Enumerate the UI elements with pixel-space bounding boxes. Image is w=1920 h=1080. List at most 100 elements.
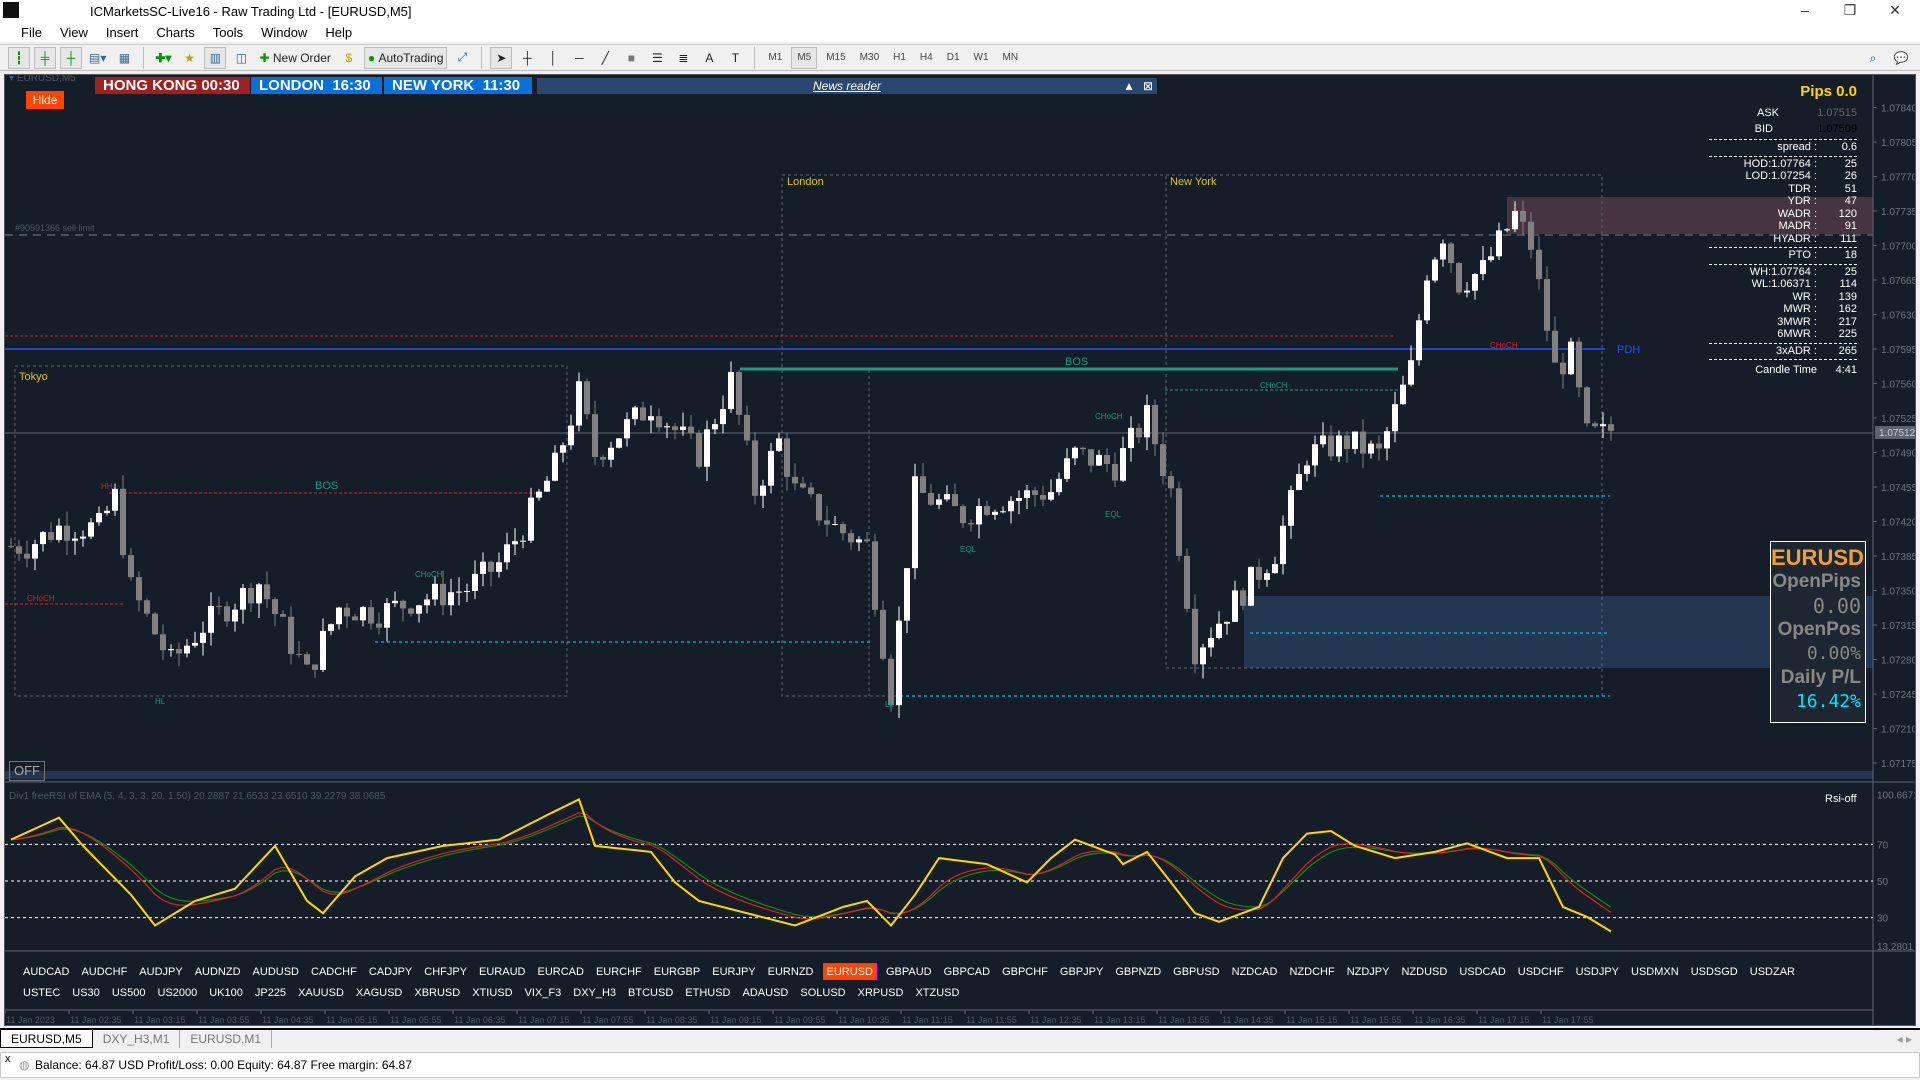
symbol-button-eurnzd[interactable]: EURNZD — [765, 964, 817, 981]
symbol-button-audusd[interactable]: AUDUSD — [250, 964, 302, 981]
symbol-button-gbpchf[interactable]: GBPCHF — [999, 964, 1051, 981]
tab-eurusd-m5[interactable]: EURUSD,M5 — [0, 1030, 93, 1048]
symbol-button-usdjpy[interactable]: USDJPY — [1573, 964, 1622, 981]
market-watch-icon[interactable]: ▥ — [204, 46, 227, 69]
text-label-icon[interactable]: T — [724, 47, 746, 69]
symbol-button-eurjpy[interactable]: EURJPY — [709, 964, 758, 981]
menu-tools[interactable]: Tools — [204, 25, 252, 40]
symbol-button-chfjpy[interactable]: CHFJPY — [421, 964, 470, 981]
timeframe-m1[interactable]: M1 — [763, 47, 787, 69]
news-reader-link[interactable]: News reader ▲ ⊠ — [537, 78, 1157, 94]
tab-eurusd-m1[interactable]: EURUSD,M1 — [180, 1030, 273, 1048]
tab-scroll-arrows[interactable]: ◂ ▸ — [1897, 1032, 1912, 1046]
text-icon[interactable]: A — [698, 47, 720, 69]
symbol-button-cadjpy[interactable]: CADJPY — [366, 964, 415, 981]
symbol-button-gbpaud[interactable]: GBPAUD — [883, 964, 935, 981]
symbol-button-xbrusd[interactable]: XBRUSD — [411, 985, 463, 1002]
symbol-button-dxy-h3[interactable]: DXY_H3 — [570, 985, 619, 1002]
symbol-button-nzdjpy[interactable]: NZDJPY — [1344, 964, 1393, 981]
new-chart-icon[interactable]: ✚▾ — [152, 47, 174, 69]
symbol-button-eurusd[interactable]: EURUSD — [822, 963, 877, 980]
symbol-button-us30[interactable]: US30 — [69, 985, 103, 1002]
symbol-button-eurchf[interactable]: EURCHF — [593, 964, 645, 981]
cursor-icon[interactable]: ➤ — [490, 46, 513, 69]
symbol-button-gbpusd[interactable]: GBPUSD — [1170, 964, 1222, 981]
symbol-button-audchf[interactable]: AUDCHF — [78, 964, 130, 981]
symbol-button-us500[interactable]: US500 — [109, 985, 149, 1002]
symbol-button-xauusd[interactable]: XAUUSD — [295, 985, 347, 1002]
symbol-button-uk100[interactable]: UK100 — [206, 985, 246, 1002]
timeframe-mn[interactable]: MN — [998, 47, 1024, 69]
symbol-button-cadchf[interactable]: CADCHF — [308, 964, 360, 981]
fullscreen-icon[interactable]: ⤢ — [451, 47, 473, 69]
menu-window[interactable]: Window — [252, 25, 316, 40]
symbol-button-euraud[interactable]: EURAUD — [476, 964, 528, 981]
symbol-button-xagusd[interactable]: XAGUSD — [353, 985, 405, 1002]
symbol-button-usdmxn[interactable]: USDMXN — [1628, 964, 1682, 981]
symbol-button-usdchf[interactable]: USDCHF — [1515, 964, 1567, 981]
vertical-line-icon[interactable]: │ — [542, 47, 564, 69]
chart-window[interactable]: Tokyo London New York HH HL LL BOS BOS CHoCH CHoC… — [4, 74, 1916, 1026]
restore-button[interactable]: ❐ — [1830, 0, 1870, 22]
symbol-button-audcad[interactable]: AUDCAD — [20, 964, 72, 981]
symbol-button-nzdchf[interactable]: NZDCHF — [1286, 964, 1337, 981]
navigator-icon[interactable]: ★ — [178, 47, 200, 69]
autotrading-button[interactable]: ● AutoTrading — [363, 46, 448, 69]
symbol-button-btcusd[interactable]: BTCUSD — [625, 985, 676, 1002]
hide-button[interactable]: Hide — [26, 91, 64, 109]
rectangle-icon[interactable]: ■ — [620, 47, 642, 69]
close-terminal-icon[interactable]: x — [5, 1047, 11, 1071]
collapse-icon[interactable]: ▲ — [1123, 78, 1135, 94]
templates-icon[interactable]: ▤▾ — [86, 47, 109, 69]
symbol-button-gbpcad[interactable]: GBPCAD — [941, 964, 993, 981]
timeframe-d1[interactable]: D1 — [942, 47, 965, 69]
timeframe-w1[interactable]: W1 — [969, 47, 994, 69]
symbol-button-audnzd[interactable]: AUDNZD — [192, 964, 244, 981]
bar-chart-icon[interactable]: ┇ — [8, 46, 30, 69]
meta-editor-icon[interactable]: $ — [338, 47, 360, 69]
menu-help[interactable]: Help — [316, 25, 361, 40]
symbol-button-nzdusd[interactable]: NZDUSD — [1398, 964, 1450, 981]
menu-insert[interactable]: Insert — [97, 25, 148, 40]
trendline-icon[interactable]: ╱ — [594, 47, 616, 69]
timeframe-m5[interactable]: M5 — [791, 46, 818, 69]
candlestick-icon[interactable]: ╪ — [34, 46, 56, 69]
symbol-button-eurcad[interactable]: EURCAD — [534, 964, 586, 981]
timeframe-m30[interactable]: M30 — [855, 47, 884, 69]
new-order-button[interactable]: ✚ New Order — [256, 47, 333, 69]
symbol-button-xtiusd[interactable]: XTIUSD — [469, 985, 515, 1002]
symbol-button-eurgbp[interactable]: EURGBP — [651, 964, 703, 981]
symbol-button-us2000[interactable]: US2000 — [154, 985, 200, 1002]
symbol-button-gbpjpy[interactable]: GBPJPY — [1057, 964, 1106, 981]
symbol-button-xrpusd[interactable]: XRPUSD — [855, 985, 907, 1002]
crosshair-icon[interactable]: ┼ — [516, 47, 538, 69]
symbol-button-usdsgd[interactable]: USDSGD — [1688, 964, 1741, 981]
fibonacci-icon[interactable]: ≣ — [672, 47, 694, 69]
symbol-button-audjpy[interactable]: AUDJPY — [136, 964, 185, 981]
symbol-button-ethusd[interactable]: ETHUSD — [682, 985, 733, 1002]
timeframe-h4[interactable]: H4 — [915, 47, 938, 69]
search-icon[interactable]: ⌕ — [1862, 47, 1884, 69]
symbol-button-adausd[interactable]: ADAUSD — [740, 985, 792, 1002]
symbol-button-vix-f3[interactable]: VIX_F3 — [522, 985, 565, 1002]
off-button[interactable]: OFF — [9, 761, 45, 781]
menu-charts[interactable]: Charts — [147, 25, 203, 40]
data-window-icon[interactable]: ◫ — [230, 47, 252, 69]
symbol-button-solusd[interactable]: SOLUSD — [797, 985, 848, 1002]
chart-canvas[interactable]: Tokyo London New York HH HL LL BOS BOS CHoCH CHoC… — [5, 75, 1916, 1026]
timeframe-m15[interactable]: M15 — [821, 47, 850, 69]
symbol-button-nzdcad[interactable]: NZDCAD — [1229, 964, 1281, 981]
chat-icon[interactable]: 💬 — [1890, 47, 1912, 69]
symbol-button-usdzar[interactable]: USDZAR — [1747, 964, 1798, 981]
symbol-button-usdcad[interactable]: USDCAD — [1456, 964, 1508, 981]
minimize-button[interactable]: – — [1785, 0, 1825, 22]
menu-file[interactable]: File — [12, 25, 51, 40]
tab-dxy-h3-m1[interactable]: DXY_H3,M1 — [93, 1030, 181, 1048]
channel-icon[interactable]: ☰ — [646, 47, 668, 69]
profiles-icon[interactable]: ▦ — [113, 47, 135, 69]
symbol-button-jp225[interactable]: JP225 — [252, 985, 289, 1002]
close-button[interactable]: ✕ — [1875, 0, 1915, 22]
menu-view[interactable]: View — [51, 25, 97, 40]
symbol-button-gbpnzd[interactable]: GBPNZD — [1112, 964, 1164, 981]
horizontal-line-icon[interactable]: ─ — [568, 47, 590, 69]
